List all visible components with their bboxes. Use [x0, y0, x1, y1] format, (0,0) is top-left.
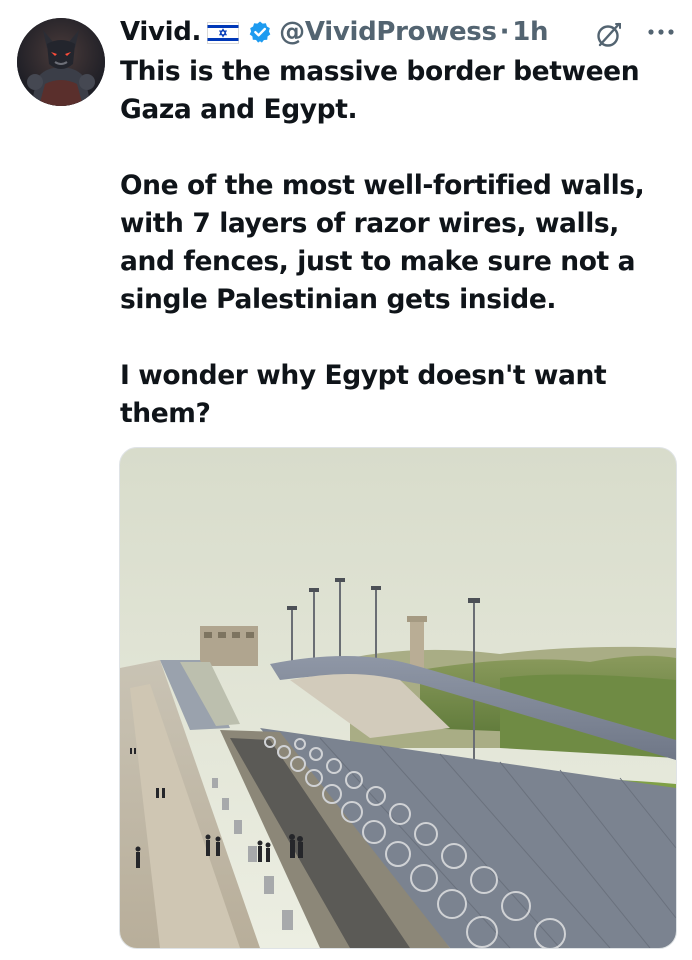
- tweet-header: Vivid. @VividProwess · 1h: [120, 14, 549, 50]
- avatar[interactable]: [17, 18, 105, 106]
- border-wall-photo: [120, 448, 676, 948]
- grok-icon[interactable]: [594, 20, 624, 50]
- tweet-paragraph: This is the massive border between Gaza …: [120, 56, 640, 125]
- tweet-paragraph: One of the most well-fortified walls, wi…: [120, 170, 645, 315]
- more-options-icon[interactable]: [646, 20, 676, 44]
- separator-dot: ·: [499, 17, 510, 47]
- verified-badge-icon: [248, 20, 272, 44]
- display-name[interactable]: Vivid.: [120, 17, 201, 47]
- israel-flag-icon: [207, 21, 240, 44]
- tweet-paragraph: I wonder why Egypt doesn't want them?: [120, 360, 607, 429]
- tweet-photo[interactable]: [119, 447, 677, 949]
- timestamp[interactable]: 1h: [512, 17, 548, 47]
- avatar-image: [17, 18, 105, 106]
- tweet-text: This is the massive border between Gaza …: [120, 53, 680, 433]
- user-handle[interactable]: @VividProwess: [279, 17, 497, 47]
